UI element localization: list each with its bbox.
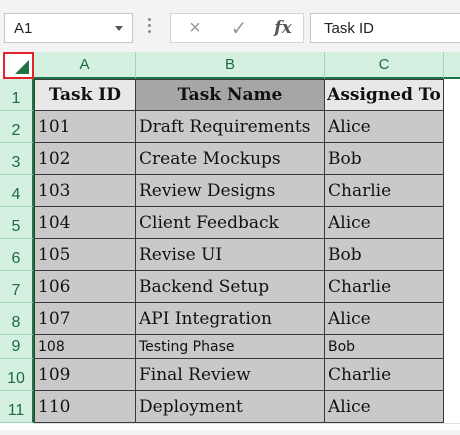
cell-task-name[interactable]: Backend Setup: [136, 271, 325, 303]
cell-assigned-to[interactable]: Alice: [325, 207, 444, 239]
row-header-8[interactable]: 8: [0, 303, 34, 335]
formula-input[interactable]: Task ID: [310, 13, 460, 43]
bottom-strip: [0, 430, 460, 435]
cell-task-name[interactable]: Revise UI: [136, 239, 325, 271]
cell-assigned-to[interactable]: Charlie: [325, 175, 444, 207]
select-all-button[interactable]: [3, 52, 34, 79]
formula-buttons: × ✓ fx: [170, 13, 304, 43]
row-header-10[interactable]: 10: [0, 359, 34, 391]
enter-icon[interactable]: ✓: [219, 14, 259, 42]
table-header-task-id[interactable]: Task ID: [34, 79, 136, 111]
chevron-down-icon[interactable]: [115, 26, 123, 31]
table-header-assigned-to[interactable]: Assigned To: [325, 79, 444, 111]
cell-task-name[interactable]: Client Feedback: [136, 207, 325, 239]
column-header-c[interactable]: C: [325, 52, 444, 79]
more-options-icon: [148, 18, 152, 36]
cell-task-id[interactable]: 105: [34, 239, 136, 271]
cell-task-id[interactable]: 103: [34, 175, 136, 207]
cell-task-id[interactable]: 107: [34, 303, 136, 335]
cell-assigned-to[interactable]: Bob: [325, 143, 444, 175]
row-header-2[interactable]: 2: [0, 111, 34, 143]
row-header-5[interactable]: 5: [0, 207, 34, 239]
table-header-task-name[interactable]: Task Name: [136, 79, 325, 111]
row-12-gridline: [34, 423, 460, 424]
row-header-11[interactable]: 11: [0, 391, 34, 423]
cell-assigned-to[interactable]: Alice: [325, 303, 444, 335]
cell-assigned-to[interactable]: Charlie: [325, 359, 444, 391]
cell-task-name[interactable]: Testing Phase: [136, 335, 325, 359]
cell-task-id[interactable]: 104: [34, 207, 136, 239]
insert-function-icon[interactable]: fx: [263, 14, 303, 42]
cell-task-name[interactable]: API Integration: [136, 303, 325, 335]
cell-task-id[interactable]: 108: [34, 335, 136, 359]
cancel-icon[interactable]: ×: [175, 14, 215, 42]
cell-task-id[interactable]: 106: [34, 271, 136, 303]
row-header-4[interactable]: 4: [0, 175, 34, 207]
row-header-9[interactable]: 9: [0, 335, 34, 359]
cell-assigned-to[interactable]: Alice: [325, 391, 444, 423]
formula-input-value: Task ID: [324, 20, 375, 37]
cell-task-name[interactable]: Deployment: [136, 391, 325, 423]
cell-task-name[interactable]: Draft Requirements: [136, 111, 325, 143]
column-header-a[interactable]: A: [34, 52, 136, 79]
formula-bar: A1 × ✓ fx Task ID: [0, 0, 460, 52]
cell-task-name[interactable]: Final Review: [136, 359, 325, 391]
spreadsheet-grid: A B C 1 2 3 4 5 6 7 8 9 10 11 Task ID Ta…: [0, 52, 460, 435]
cell-task-id[interactable]: 101: [34, 111, 136, 143]
cell-task-id[interactable]: 109: [34, 359, 136, 391]
cell-assigned-to[interactable]: Charlie: [325, 271, 444, 303]
select-all-triangle-icon: [15, 60, 29, 74]
row-header-1[interactable]: 1: [0, 79, 34, 111]
row-header-6[interactable]: 6: [0, 239, 34, 271]
name-box-value: A1: [14, 20, 33, 37]
cell-assigned-to[interactable]: Bob: [325, 239, 444, 271]
column-header-d[interactable]: [444, 52, 460, 79]
cell-task-name[interactable]: Create Mockups: [136, 143, 325, 175]
cell-task-id[interactable]: 110: [34, 391, 136, 423]
column-header-b[interactable]: B: [136, 52, 325, 79]
cell-assigned-to[interactable]: Bob: [325, 335, 444, 359]
row-header-7[interactable]: 7: [0, 271, 34, 303]
cell-task-name[interactable]: Review Designs: [136, 175, 325, 207]
cell-assigned-to[interactable]: Alice: [325, 111, 444, 143]
name-box[interactable]: A1: [4, 13, 133, 43]
cell-task-id[interactable]: 102: [34, 143, 136, 175]
row-header-3[interactable]: 3: [0, 143, 34, 175]
